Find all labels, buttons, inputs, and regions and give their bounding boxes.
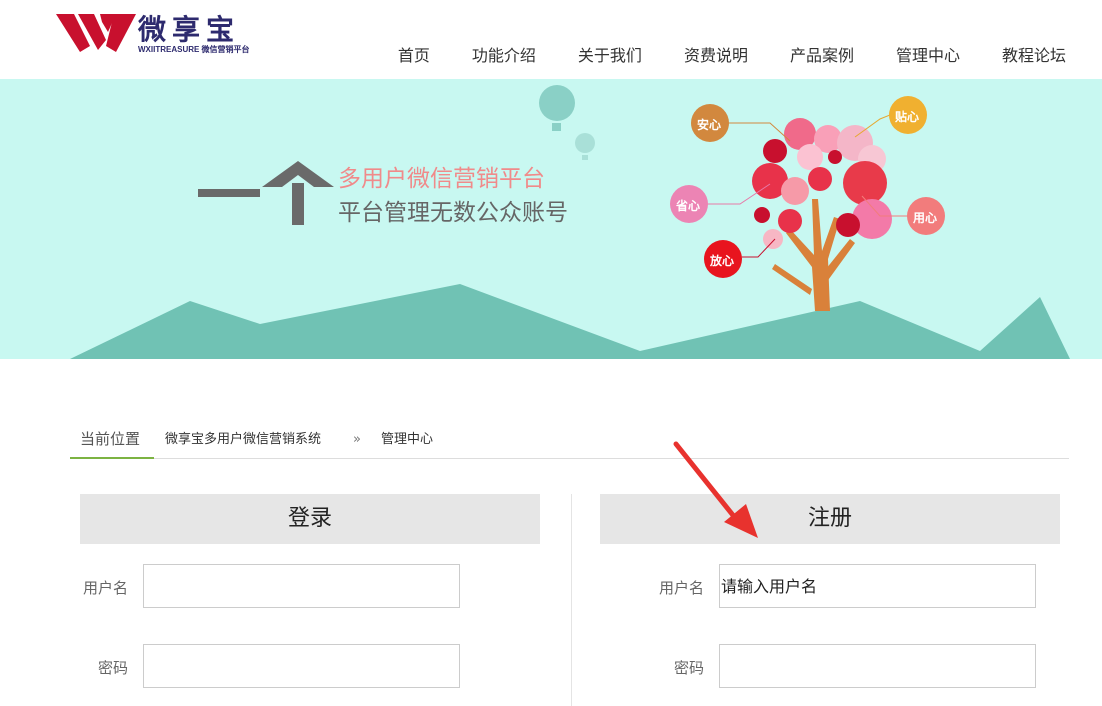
hero-banner: 多用户微信营销平台 平台管理无数公众账号 安心 贴心 省心 用心 放心 bbox=[0, 79, 1102, 359]
breadcrumb-item-system[interactable]: 微享宝多用户微信营销系统 bbox=[165, 424, 321, 456]
nav-features[interactable]: 功能介绍 bbox=[472, 42, 536, 66]
main-nav: 首页 功能介绍 关于我们 资费说明 产品案例 管理中心 教程论坛 bbox=[398, 42, 1066, 66]
nav-admin[interactable]: 管理中心 bbox=[896, 42, 960, 66]
nav-about[interactable]: 关于我们 bbox=[578, 42, 642, 66]
logo[interactable]: 微享宝 WXIITREASURE 微信营销平台 bbox=[56, 8, 256, 58]
bubble-label-shengxin: 省心 bbox=[676, 199, 701, 213]
login-username-input[interactable] bbox=[143, 564, 460, 608]
annotation-arrow-icon bbox=[673, 441, 758, 538]
hearts bbox=[752, 118, 892, 249]
register-password-label: 密码 bbox=[673, 659, 704, 677]
nav-cases[interactable]: 产品案例 bbox=[790, 42, 854, 66]
bubble-label-tiexin: 贴心 bbox=[895, 110, 920, 124]
bubble-label-fangxin: 放心 bbox=[710, 254, 735, 268]
nav-forum[interactable]: 教程论坛 bbox=[1002, 42, 1066, 66]
logo-name: 微享宝 bbox=[138, 13, 241, 46]
logo-subtitle: WXIITREASURE 微信营销平台 bbox=[138, 45, 250, 54]
breadcrumb: 当前位置 微享宝多用户微信营销系统 » 管理中心 bbox=[70, 424, 1069, 459]
banner-slogan-line2: 平台管理无数公众账号 bbox=[338, 200, 568, 226]
panel-divider bbox=[571, 494, 572, 706]
login-password-input[interactable] bbox=[143, 644, 460, 688]
register-username-input[interactable] bbox=[719, 564, 1036, 608]
breadcrumb-item-admin[interactable]: 管理中心 bbox=[381, 424, 433, 456]
nav-pricing[interactable]: 资费说明 bbox=[684, 42, 748, 66]
login-title: 登录 bbox=[80, 494, 540, 544]
nav-home[interactable]: 首页 bbox=[398, 42, 430, 66]
bubble-label-yongxin: 用心 bbox=[913, 211, 938, 225]
breadcrumb-separator: » bbox=[353, 432, 361, 447]
login-password-label: 密码 bbox=[97, 659, 128, 677]
login-username-label: 用户名 bbox=[82, 579, 128, 597]
logo-w-mark bbox=[56, 14, 136, 52]
breadcrumb-current-label: 当前位置 bbox=[70, 424, 154, 459]
bubble-label-anxin: 安心 bbox=[697, 118, 722, 132]
site-header: 微享宝 WXIITREASURE 微信营销平台 首页 功能介绍 关于我们 资费说… bbox=[0, 0, 1102, 79]
register-username-label: 用户名 bbox=[658, 579, 704, 597]
banner-slogan-line1: 多用户微信营销平台 bbox=[338, 166, 545, 192]
register-password-input[interactable] bbox=[719, 644, 1036, 688]
